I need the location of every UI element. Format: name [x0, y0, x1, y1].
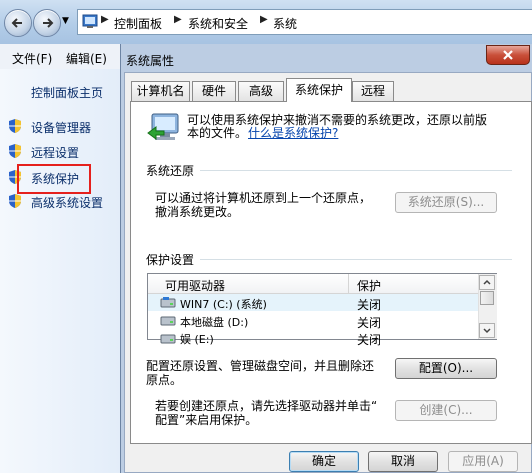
- apply-button[interactable]: 应用(A): [448, 451, 518, 472]
- intro-text-line2: 本的文件。: [187, 126, 248, 140]
- column-divider: [348, 274, 349, 293]
- hard-drive-icon: [160, 314, 176, 326]
- column-header-drives[interactable]: 可用驱动器: [165, 277, 225, 294]
- tab-advanced[interactable]: 高级: [238, 81, 284, 101]
- group-divider: [200, 259, 512, 260]
- drive-protection-status: 关闭: [357, 333, 382, 347]
- arrow-left-icon: [11, 18, 22, 28]
- protection-settings-group-label: 保护设置: [146, 253, 195, 267]
- forward-button[interactable]: [33, 9, 61, 37]
- advanced-system-settings-link[interactable]: 高级系统设置: [31, 194, 103, 211]
- configure-description-line2: 原点。: [146, 373, 183, 387]
- drive-name: WIN7 (C:) (系统): [180, 298, 267, 311]
- control-panel-home-link[interactable]: 控制面板主页: [31, 84, 103, 101]
- tab-remote[interactable]: 远程: [352, 81, 394, 101]
- drive-name: 本地磁盘 (D:): [180, 316, 249, 329]
- back-button[interactable]: [4, 9, 32, 37]
- create-button[interactable]: 创建(C)...: [395, 400, 497, 421]
- hard-drive-icon: [160, 332, 176, 344]
- breadcrumb-control-panel[interactable]: 控制面板: [114, 15, 162, 32]
- dialog-title: 系统属性: [126, 54, 175, 68]
- menu-file[interactable]: 文件(F): [12, 50, 52, 67]
- scroll-thumb[interactable]: [480, 291, 494, 305]
- drive-protection-status: 关闭: [357, 316, 382, 330]
- tab-system-protection[interactable]: 系统保护: [286, 78, 352, 102]
- tab-computer-name[interactable]: 计算机名: [131, 81, 190, 101]
- what-is-system-protection-link[interactable]: 什么是系统保护?: [248, 124, 338, 141]
- close-icon: [503, 50, 513, 60]
- device-manager-link[interactable]: 设备管理器: [31, 119, 91, 136]
- drive-protection-status: 关闭: [357, 298, 382, 312]
- scroll-up-button[interactable]: [479, 275, 495, 290]
- drive-name: 娱 (E:): [180, 333, 214, 346]
- remote-settings-link[interactable]: 远程设置: [31, 144, 79, 161]
- group-divider: [200, 170, 512, 171]
- restore-description-line2: 撤消系统更改。: [155, 205, 240, 219]
- tab-hardware[interactable]: 硬件: [192, 81, 236, 101]
- system-restore-icon: [146, 111, 182, 145]
- recent-pages-dropdown[interactable]: ▼: [62, 16, 69, 26]
- column-header-protection[interactable]: 保护: [357, 277, 381, 294]
- ok-button[interactable]: 确定: [289, 451, 359, 472]
- menu-edit[interactable]: 编辑(E): [66, 50, 107, 67]
- breadcrumb-separator: ▶: [101, 14, 109, 25]
- control-panel-icon: [82, 13, 98, 29]
- arrow-right-icon: [43, 18, 54, 28]
- breadcrumb-separator: ▶: [174, 14, 182, 25]
- create-description-line2: 配置”来启用保护。: [155, 413, 258, 427]
- breadcrumb-system-security[interactable]: 系统和安全: [188, 15, 248, 32]
- system-restore-group-label: 系统还原: [146, 164, 195, 178]
- highlight-box: [17, 164, 91, 194]
- close-button[interactable]: [486, 45, 530, 65]
- scroll-down-button[interactable]: [479, 323, 495, 338]
- cancel-button[interactable]: 取消: [368, 451, 438, 472]
- chevron-up-icon: [483, 279, 491, 285]
- system-restore-button[interactable]: 系统还原(S)...: [395, 192, 497, 213]
- uac-shield-icon: [8, 193, 22, 209]
- uac-shield-icon: [8, 143, 22, 159]
- configure-button[interactable]: 配置(O)...: [395, 358, 497, 379]
- chevron-down-icon: [483, 328, 491, 334]
- breadcrumb-system[interactable]: 系统: [273, 15, 297, 32]
- breadcrumb-separator: ▶: [260, 14, 268, 25]
- system-drive-icon: [160, 296, 176, 308]
- uac-shield-icon: [8, 118, 22, 134]
